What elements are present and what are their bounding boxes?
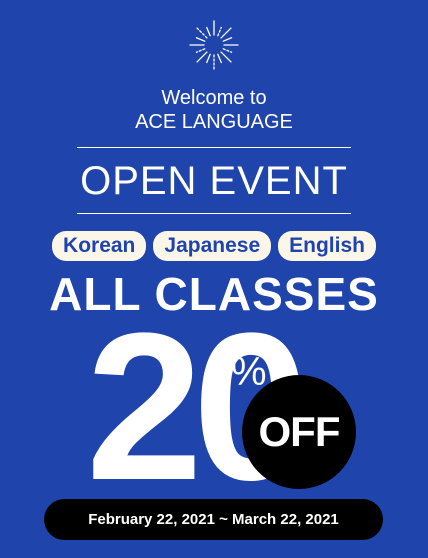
off-label: OFF — [258, 408, 341, 455]
tag-english: English — [278, 231, 376, 261]
tag-japanese: Japanese — [153, 231, 272, 261]
event-title: OPEN EVENT — [80, 159, 348, 203]
percent-sign: % — [231, 350, 267, 394]
divider-bottom — [77, 213, 351, 214]
date-range: February 22, 2021 ~ March 22, 2021 — [88, 511, 339, 528]
brand-name: ACE LANGUAGE — [135, 111, 293, 133]
event-poster: Welcome to ACE LANGUAGE OPEN EVENT Korea… — [0, 0, 428, 558]
tag-korean: Korean — [52, 231, 147, 261]
welcome-line: Welcome to — [161, 87, 267, 109]
date-range-pill: February 22, 2021 ~ March 22, 2021 — [44, 499, 383, 540]
firework-burst-icon — [189, 20, 239, 70]
off-badge: OFF — [242, 375, 356, 489]
language-tags: Korean Japanese English — [0, 231, 428, 261]
divider-top — [77, 147, 351, 148]
